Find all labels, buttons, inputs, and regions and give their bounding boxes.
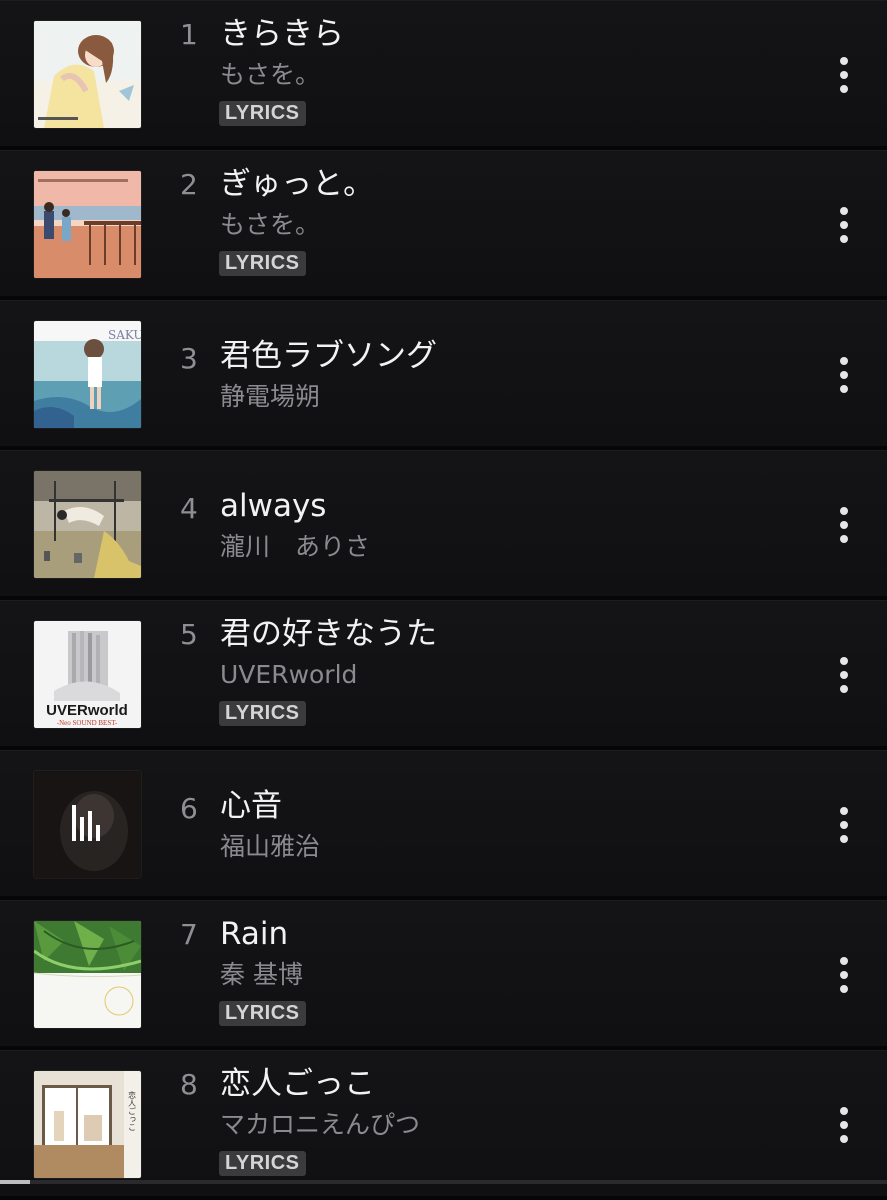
- track-number: 4: [180, 492, 198, 525]
- track-number: 8: [180, 1068, 198, 1101]
- more-vertical-icon-dot: [840, 71, 848, 79]
- horizontal-scrollbar[interactable]: [0, 1180, 887, 1184]
- more-vertical-icon-dot: [840, 971, 848, 979]
- track-title: always: [220, 488, 327, 524]
- more-vertical-icon-dot: [840, 85, 848, 93]
- album-art-illustrated-girl-icon: [34, 21, 141, 128]
- more-vertical-icon: [840, 357, 848, 365]
- more-options-button[interactable]: [824, 195, 864, 255]
- album-art-5-subtitle: -Neo SOUND BEST-: [57, 719, 118, 727]
- album-art-6[interactable]: [34, 771, 141, 878]
- track-title: Rain: [220, 916, 289, 952]
- track-title: 恋人ごっこ: [220, 1066, 375, 1102]
- album-art-seaside-photo-icon: SAKU: [34, 321, 141, 428]
- track-artist[interactable]: UVERworld: [220, 659, 357, 691]
- more-vertical-icon-dot: [840, 221, 848, 229]
- album-art-8-vertical-text: 恋人ごっこ: [128, 1090, 137, 1131]
- track-row-8[interactable]: 恋人ごっこ 8 恋人ごっこ マカロニえんぴつ LYRICS: [0, 1050, 887, 1200]
- track-number: 2: [180, 168, 198, 201]
- album-art-7[interactable]: [34, 921, 141, 1028]
- more-vertical-icon: [840, 1107, 848, 1115]
- more-vertical-icon-dot: [840, 671, 848, 679]
- track-number: 1: [180, 18, 198, 51]
- more-vertical-icon-dot: [840, 685, 848, 693]
- album-art-5[interactable]: UVERworld -Neo SOUND BEST-: [34, 621, 141, 728]
- album-art-couple-waterfront-icon: [34, 171, 141, 278]
- album-art-room-interior-icon: [34, 471, 141, 578]
- more-vertical-icon-dot: [840, 535, 848, 543]
- album-art-3[interactable]: SAKU: [34, 321, 141, 428]
- track-title: 君色ラブソング: [220, 338, 437, 374]
- more-vertical-icon: [840, 207, 848, 215]
- more-options-button[interactable]: [824, 945, 864, 1005]
- album-art-5-title: UVERworld: [46, 702, 128, 719]
- album-art-4[interactable]: [34, 471, 141, 578]
- album-art-uverworld-icon: UVERworld -Neo SOUND BEST-: [34, 621, 141, 728]
- more-vertical-icon-dot: [840, 1121, 848, 1129]
- track-artist[interactable]: 福山雅治: [220, 831, 320, 863]
- track-artist[interactable]: 秦 基博: [220, 959, 303, 991]
- track-row-3[interactable]: SAKU 3 君色ラブソング 静電場朔: [0, 300, 887, 450]
- album-art-1[interactable]: [34, 21, 141, 128]
- track-row-2[interactable]: 2 ぎゅっと。 もさを。 LYRICS: [0, 150, 887, 300]
- track-title: ぎゅっと。: [220, 166, 375, 202]
- music-app-screen: 1 きらきら もさを。 LYRICS 2 ぎゅっと。 もさを。 LYRICS S…: [0, 0, 887, 1200]
- more-vertical-icon: [840, 657, 848, 665]
- track-number: 7: [180, 918, 198, 951]
- more-vertical-icon-dot: [840, 985, 848, 993]
- more-options-button[interactable]: [824, 45, 864, 105]
- more-vertical-icon-dot: [840, 235, 848, 243]
- lyrics-badge: LYRICS: [219, 1001, 306, 1026]
- lyrics-badge: LYRICS: [219, 101, 306, 126]
- more-vertical-icon-dot: [840, 385, 848, 393]
- album-art-green-leaves-icon: [34, 921, 141, 1028]
- more-vertical-icon: [840, 507, 848, 515]
- track-row-1[interactable]: 1 きらきら もさを。 LYRICS: [0, 0, 887, 150]
- album-art-3-label: SAKU: [108, 328, 141, 342]
- more-vertical-icon-dot: [840, 371, 848, 379]
- more-vertical-icon-dot: [840, 821, 848, 829]
- track-row-5[interactable]: UVERworld -Neo SOUND BEST- 5 君の好きなうた UVE…: [0, 600, 887, 750]
- more-options-button[interactable]: [824, 1095, 864, 1155]
- track-artist[interactable]: 瀧川 ありさ: [220, 531, 370, 563]
- more-vertical-icon: [840, 807, 848, 815]
- more-vertical-icon: [840, 57, 848, 65]
- lyrics-badge: LYRICS: [219, 251, 306, 276]
- track-row-6[interactable]: 6 心音 福山雅治: [0, 750, 887, 900]
- album-art-2[interactable]: [34, 171, 141, 278]
- track-title: きらきら: [220, 16, 344, 52]
- more-vertical-icon-dot: [840, 835, 848, 843]
- track-number: 5: [180, 618, 198, 651]
- lyrics-badge: LYRICS: [219, 1151, 306, 1176]
- more-options-button[interactable]: [824, 345, 864, 405]
- track-title: 君の好きなうた: [220, 616, 437, 652]
- album-art-now-playing-icon: [34, 771, 141, 878]
- lyrics-badge: LYRICS: [219, 701, 306, 726]
- track-row-7[interactable]: 7 Rain 秦 基博 LYRICS: [0, 900, 887, 1050]
- more-vertical-icon: [840, 957, 848, 965]
- more-options-button[interactable]: [824, 645, 864, 705]
- more-vertical-icon-dot: [840, 1135, 848, 1143]
- more-vertical-icon-dot: [840, 521, 848, 529]
- album-art-8[interactable]: 恋人ごっこ: [34, 1071, 141, 1178]
- album-art-room-curtains-icon: 恋人ごっこ: [34, 1071, 141, 1178]
- more-options-button[interactable]: [824, 495, 864, 555]
- track-artist[interactable]: もさを。: [220, 59, 320, 91]
- scrollbar-thumb[interactable]: [0, 1180, 30, 1184]
- track-artist[interactable]: マカロニえんぴつ: [220, 1109, 420, 1141]
- track-number: 3: [180, 342, 198, 375]
- track-row-4[interactable]: 4 always 瀧川 ありさ: [0, 450, 887, 600]
- track-title: 心音: [220, 788, 282, 824]
- track-artist[interactable]: もさを。: [220, 209, 320, 241]
- track-artist[interactable]: 静電場朔: [220, 381, 320, 413]
- more-options-button[interactable]: [824, 795, 864, 855]
- track-number: 6: [180, 792, 198, 825]
